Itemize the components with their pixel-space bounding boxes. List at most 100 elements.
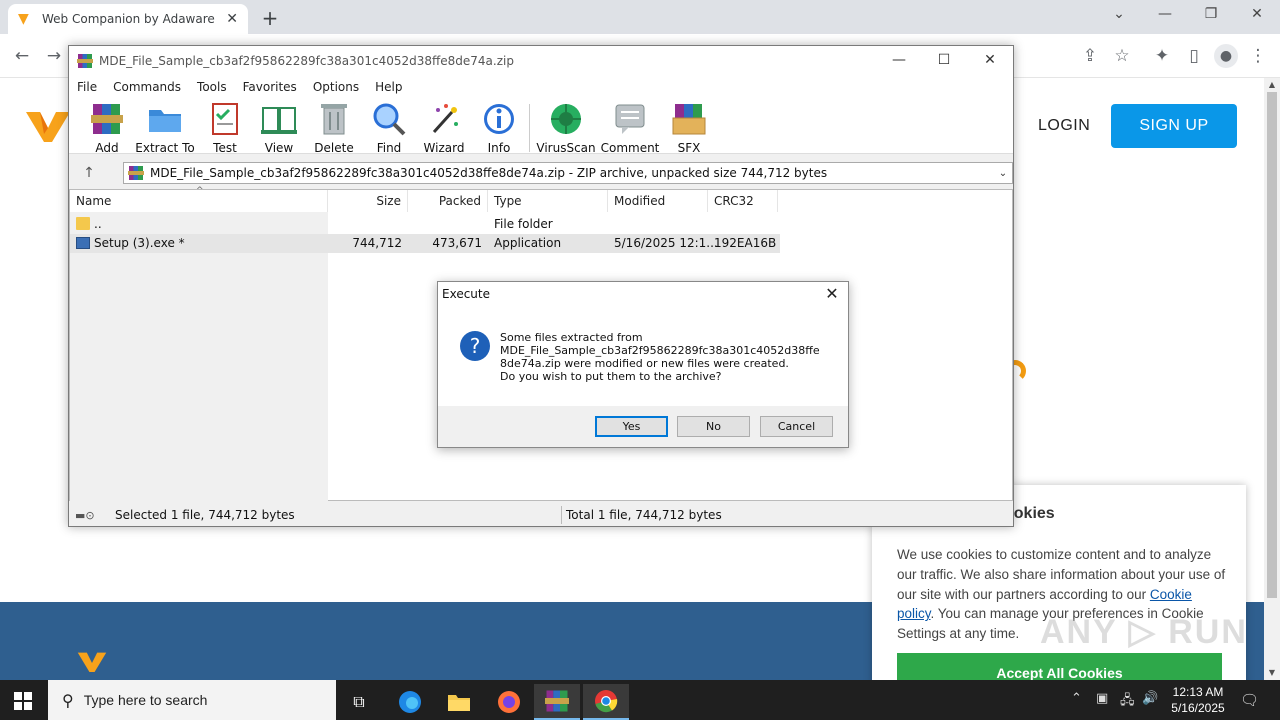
adaware-logo-icon[interactable] (26, 108, 70, 142)
scroll-down-arrow-icon[interactable]: ▼ (1264, 666, 1280, 680)
row-name: .. (94, 217, 102, 231)
signup-button[interactable]: SIGN UP (1111, 104, 1237, 148)
tray-chevron-icon[interactable]: ⌃ (1071, 691, 1082, 706)
archive-path-field[interactable]: MDE_File_Sample_cb3af2f95862289fc38a301c… (123, 162, 1013, 184)
profile-avatar-icon[interactable]: ● (1214, 44, 1238, 68)
tool-find-button[interactable]: Find (359, 100, 419, 155)
winrar-statusbar: ▬⊙ Selected 1 file, 744,712 bytes Total … (69, 504, 1013, 526)
share-icon[interactable]: ⇪ (1078, 44, 1102, 68)
exe-file-icon (76, 237, 90, 249)
col-type[interactable]: Type (488, 190, 608, 212)
yes-button[interactable]: Yes (595, 416, 668, 437)
new-tab-button[interactable]: + (258, 6, 282, 30)
anyrun-watermark: ANY ▷ RUN (1040, 613, 1248, 651)
execute-dialog: Execute ✕ ? Some files extracted from MD… (437, 281, 849, 448)
footer-logo-icon (77, 652, 107, 672)
tool-add-button[interactable]: Add (77, 100, 137, 155)
windows-taskbar: ⚲ Type here to search ⧉ ⌃ ▣ 🖧 🔊 12:13 AM… (0, 680, 1280, 720)
info-icon (484, 104, 514, 134)
file-explorer-icon[interactable] (436, 684, 482, 720)
taskbar-search-box[interactable]: ⚲ Type here to search (48, 680, 336, 720)
edge-icon[interactable] (387, 684, 433, 720)
forward-icon[interactable]: → (42, 44, 66, 68)
side-panel-icon[interactable]: ▯ (1182, 44, 1206, 68)
up-folder-icon[interactable]: ↑ (69, 165, 109, 181)
table-row[interactable]: Setup (3).exe * 744,712 473,671 Applicat… (70, 234, 780, 253)
notifications-icon[interactable]: 🗨 (1240, 691, 1259, 709)
clock-time: 12:13 AM (1172, 685, 1224, 699)
col-crc32[interactable]: CRC32 (708, 190, 778, 212)
tool-virusscan-label: VirusScan (536, 141, 596, 155)
menu-favorites[interactable]: Favorites (243, 80, 297, 94)
status-selected: Selected 1 file, 744,712 bytes (115, 508, 295, 522)
tool-view-button[interactable]: View (249, 100, 309, 155)
bookmark-star-icon[interactable]: ☆ (1110, 44, 1134, 68)
tray-device-icon[interactable]: ▣ (1096, 691, 1108, 706)
chrome-icon[interactable] (583, 684, 629, 720)
winrar-taskbar-icon[interactable] (534, 684, 580, 720)
menu-file[interactable]: File (77, 80, 97, 94)
menu-dots-icon[interactable]: ⋮ (1246, 44, 1270, 68)
login-link[interactable]: LOGIN (1038, 117, 1090, 135)
windows-start-icon[interactable] (14, 692, 32, 710)
comment-icon (615, 104, 645, 134)
scrollbar-thumb[interactable] (1267, 92, 1277, 598)
minimize-button[interactable]: — (1150, 6, 1180, 22)
tool-info-button[interactable]: Info (469, 100, 529, 155)
volume-icon[interactable]: 🔊 (1142, 691, 1158, 706)
menu-options[interactable]: Options (313, 80, 359, 94)
tool-comment-button[interactable]: Comment (600, 100, 660, 155)
tool-extract-to-button[interactable]: Extract To (135, 100, 195, 155)
extract-to-icon (149, 110, 181, 132)
tool-wizard-button[interactable]: Wizard (414, 100, 474, 155)
restore-button[interactable]: ❐ (1196, 6, 1226, 22)
col-size[interactable]: Size (328, 190, 408, 212)
tab-close-icon[interactable]: ✕ (226, 11, 238, 27)
sfx-icon (672, 104, 706, 135)
menu-commands[interactable]: Commands (113, 80, 181, 94)
browser-tab[interactable]: ▼ Web Companion by Adaware - I ✕ (8, 4, 248, 34)
table-row[interactable]: .. File folder (70, 215, 780, 234)
page-scrollbar[interactable]: ▲ ▼ (1264, 78, 1280, 680)
message-line: Some files extracted from (500, 331, 643, 344)
test-icon (212, 103, 238, 135)
tool-find-label: Find (376, 141, 402, 155)
path-dropdown-icon[interactable]: ⌄ (994, 168, 1012, 179)
col-packed[interactable]: Packed (408, 190, 488, 212)
firefox-icon[interactable] (486, 684, 532, 720)
archive-icon (128, 166, 144, 180)
menu-help[interactable]: Help (375, 80, 402, 94)
winrar-address-bar: ↑ MDE_File_Sample_cb3af2f95862289fc38a30… (69, 160, 1013, 186)
task-view-icon[interactable]: ⧉ (336, 684, 382, 720)
tool-sfx-button[interactable]: SFX (659, 100, 719, 155)
tool-test-button[interactable]: Test (195, 100, 255, 155)
network-icon[interactable]: 🖧 (1120, 691, 1135, 713)
dialog-close-icon[interactable]: ✕ (822, 284, 842, 303)
tool-virusscan-button[interactable]: VirusScan (536, 100, 596, 155)
tab-search-icon[interactable]: ⌄ (1104, 6, 1134, 22)
close-button[interactable]: ✕ (1242, 6, 1272, 22)
view-icon (261, 107, 297, 134)
tool-delete-button[interactable]: Delete (304, 100, 364, 155)
accept-cookies-button[interactable]: Accept All Cookies (897, 653, 1222, 680)
col-modified[interactable]: Modified (608, 190, 708, 212)
winrar-minimize-button[interactable]: — (884, 52, 914, 68)
back-icon[interactable]: ← (10, 44, 34, 68)
menu-tools[interactable]: Tools (197, 80, 227, 94)
winrar-maximize-button[interactable]: ☐ (929, 52, 959, 68)
delete-icon (321, 104, 347, 135)
dialog-message: Some files extracted from MDE_File_Sampl… (500, 331, 826, 383)
tab-strip: ▼ Web Companion by Adaware - I ✕ + ⌄ — ❐… (0, 0, 1280, 34)
tool-comment-label: Comment (600, 141, 660, 155)
scroll-up-arrow-icon[interactable]: ▲ (1264, 78, 1280, 92)
search-icon: ⚲ (62, 690, 74, 710)
extensions-icon[interactable]: ✦ (1150, 44, 1174, 68)
tool-info-label: Info (487, 141, 511, 155)
tool-wizard-label: Wizard (423, 141, 465, 155)
winrar-close-button[interactable]: ✕ (975, 52, 1005, 68)
winrar-toolbar: Add Extract To Test View Delete Find Wiz… (69, 98, 1013, 155)
cancel-button[interactable]: Cancel (760, 416, 833, 437)
no-button[interactable]: No (677, 416, 750, 437)
winrar-title: MDE_File_Sample_cb3af2f95862289fc38a301c… (99, 54, 514, 68)
taskbar-clock[interactable]: 12:13 AM 5/16/2025 (1168, 684, 1228, 716)
